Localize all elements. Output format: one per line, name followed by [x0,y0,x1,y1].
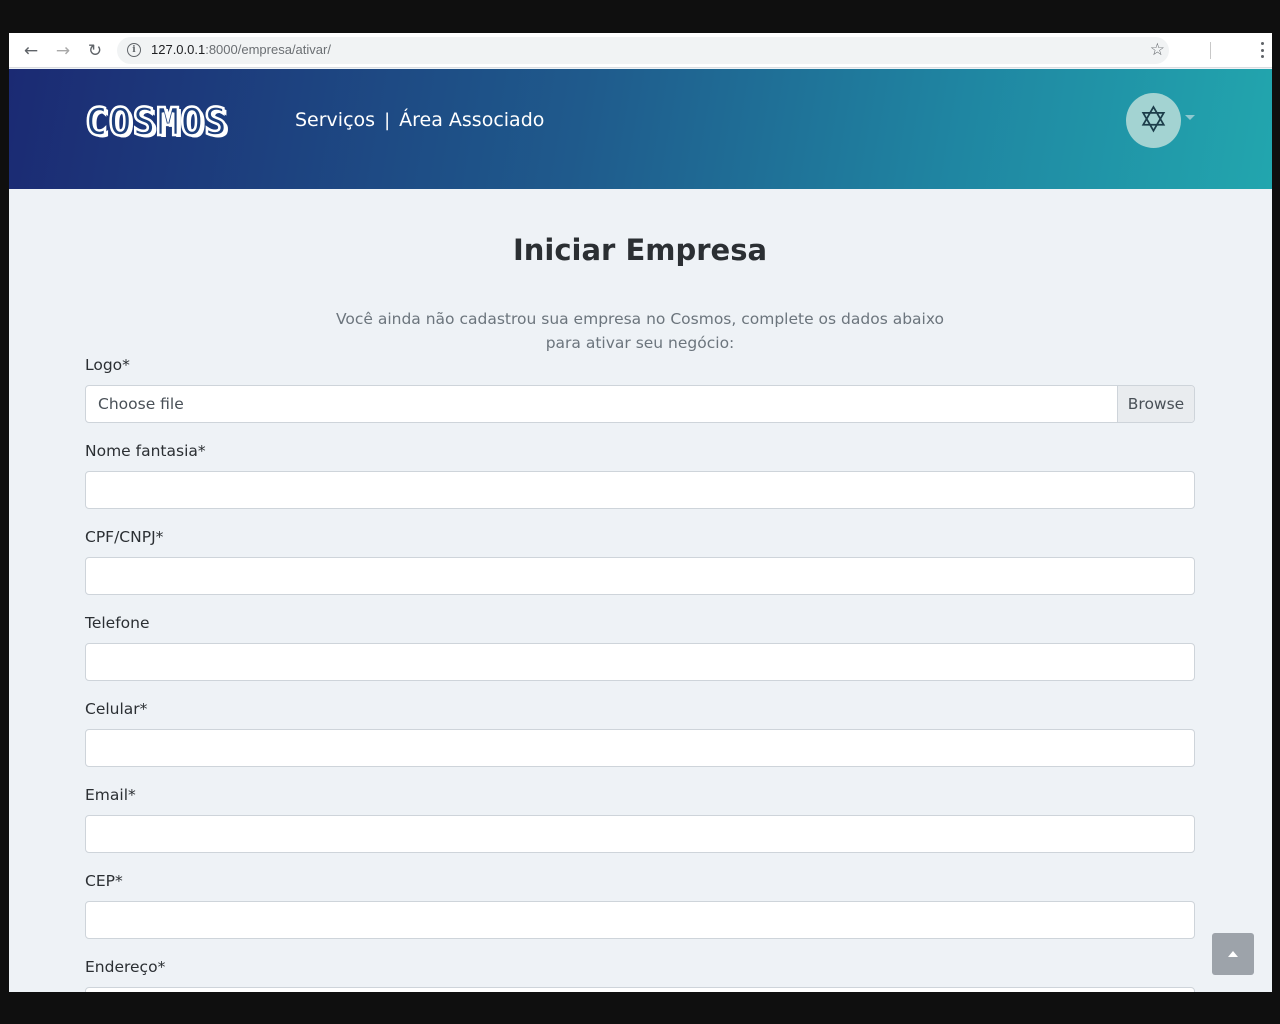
chevron-up-icon [1228,951,1238,957]
browse-button[interactable]: Browse [1117,386,1194,422]
endereco-label: Endereço* [85,958,166,976]
intro-text: Você ainda não cadastrou sua empresa no … [335,310,945,352]
url-text[interactable]: 127.0.0.1:8000/empresa/ativar/ [151,42,331,57]
cep-label: CEP* [85,872,123,890]
scroll-to-top-button[interactable] [1212,933,1254,975]
celular-label: Celular* [85,700,148,718]
cep-input[interactable] [85,901,1195,939]
nav-link-area-associado[interactable]: Área Associado [399,109,544,131]
page-title: Iniciar Empresa [512,233,768,267]
nome-fantasia-input[interactable] [85,471,1195,509]
nav-link-servicos[interactable]: Serviços [295,109,375,131]
email-input[interactable] [85,815,1195,853]
kebab-menu-icon[interactable] [1259,40,1265,60]
info-icon[interactable]: i [127,43,141,57]
telefone-input[interactable] [85,643,1195,681]
avatar-star-icon: ✡ [1138,100,1169,141]
celular-input[interactable] [85,729,1195,767]
back-arrow-icon[interactable]: ← [19,39,43,63]
cosmos-logo[interactable]: COSMOS [84,99,229,146]
file-placeholder: Choose file [98,395,184,413]
header-nav: Serviços | Área Associado [295,109,544,131]
address-bar[interactable]: i 127.0.0.1:8000/empresa/ativar/ ☆ [117,37,1169,64]
browser-toolbar: ← → ↻ i 127.0.0.1:8000/empresa/ativar/ ☆ [9,33,1272,68]
browser-window: ← → ↻ i 127.0.0.1:8000/empresa/ativar/ ☆… [9,33,1272,992]
url-path: :8000/empresa/ativar/ [205,42,331,57]
star-icon[interactable]: ☆ [1150,40,1165,60]
cpf-cnpj-label: CPF/CNPJ* [85,528,164,546]
logo-file-input[interactable]: Choose file Browse [85,385,1195,423]
endereco-input[interactable] [85,987,1195,992]
forward-arrow-icon[interactable]: → [51,39,75,63]
telefone-label: Telefone [85,614,150,632]
site-header: COSMOS Serviços | Área Associado ✡ [9,69,1272,189]
avatar[interactable]: ✡ [1126,93,1181,148]
url-host: 127.0.0.1 [151,42,206,57]
chevron-down-icon[interactable] [1185,115,1195,120]
nav-separator: | [384,109,391,131]
logo-label: Logo* [85,356,130,374]
nome-fantasia-label: Nome fantasia* [85,442,206,460]
cpf-cnpj-input[interactable] [85,557,1195,595]
reload-icon[interactable]: ↻ [83,39,107,63]
email-label: Email* [85,786,136,804]
toolbar-divider [1210,42,1211,59]
